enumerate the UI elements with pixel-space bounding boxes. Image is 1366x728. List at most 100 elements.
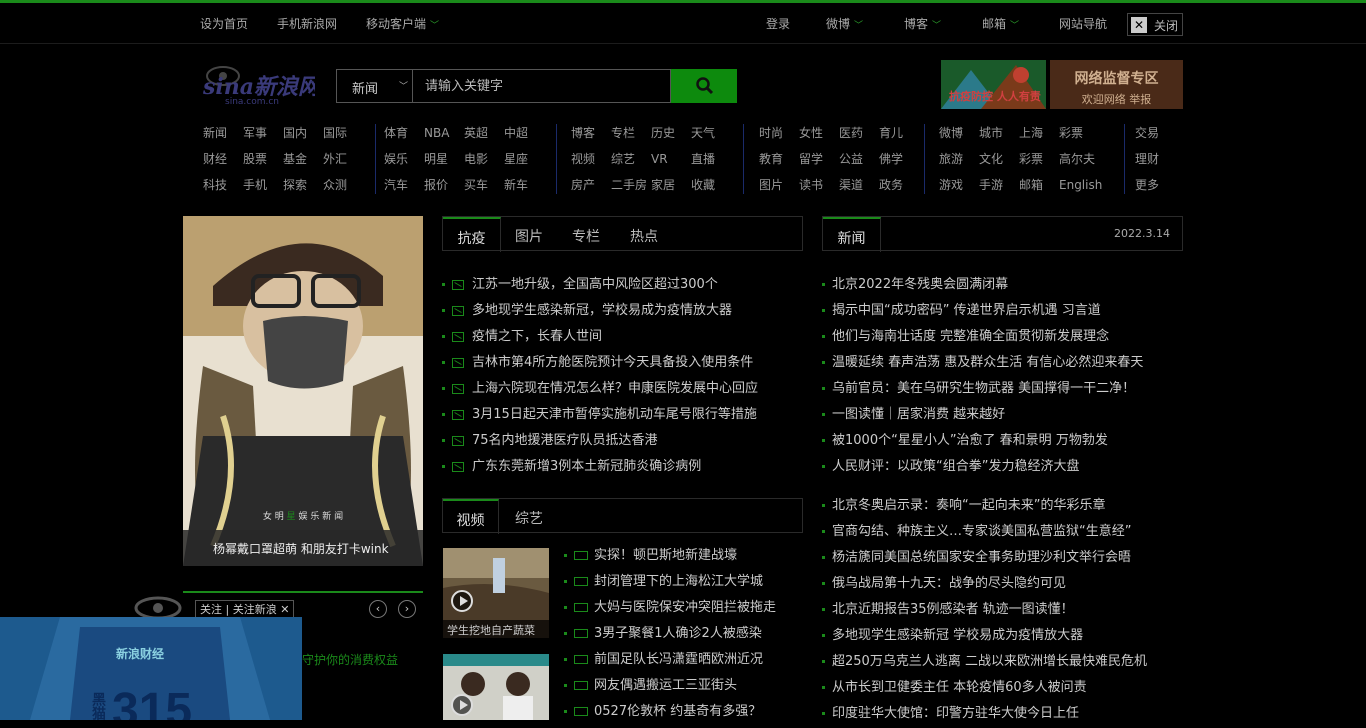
nav-link[interactable]: 财经 (203, 150, 243, 167)
carousel-dot[interactable]: 乐 (310, 512, 319, 522)
nav-link[interactable]: 文化 (979, 150, 1019, 167)
carousel-dots[interactable]: 女 明 星 娱 乐 新 闻 (183, 509, 423, 529)
mobile-client-menu[interactable]: 移动客户端 ﹀ (366, 15, 439, 32)
nav-link[interactable]: 教育 (759, 150, 799, 167)
promo-315-overlay[interactable]: 新浪财经 黑猫 315 (0, 617, 302, 720)
nav-link[interactable]: 直播 (691, 150, 731, 167)
prev-arrow-icon[interactable]: ‹ (369, 600, 387, 618)
tab-hot[interactable]: 热点 (615, 217, 673, 252)
news-item[interactable]: 北京冬奥启示录：奏响“一起向未来”的华彩乐章 (822, 494, 1183, 520)
nav-link[interactable]: 手机 (243, 176, 283, 193)
news-item[interactable]: 北京近期报告35例感染者 轨迹一图读懂！ (822, 598, 1183, 624)
nav-link[interactable]: 时尚 (759, 124, 799, 141)
news-item[interactable]: 上海六院现在情况怎么样？申康医院发展中心回应 (442, 377, 804, 403)
login-link[interactable]: 登录 (766, 15, 790, 32)
nav-link[interactable]: 国内 (283, 124, 323, 141)
nav-link[interactable]: 渠道 (839, 176, 879, 193)
news-item[interactable]: 吉林市第4所方舱医院预计今天具备投入使用条件 (442, 351, 804, 377)
close-button[interactable]: ✕ 关闭 (1127, 13, 1183, 36)
nav-link[interactable]: 军事 (243, 124, 283, 141)
search-button[interactable] (671, 69, 737, 103)
video-thumbnail[interactable]: 学生挖地自产蔬菜 (443, 548, 549, 638)
news-item[interactable]: 0527伦敦杯 约基奇有多强？ (564, 700, 804, 726)
news-item[interactable]: 人民财评：以政策“组合拳”发力稳经济大盘 (822, 455, 1183, 481)
nav-link[interactable]: 中超 (504, 124, 544, 141)
nav-link[interactable]: 博客 (571, 124, 611, 141)
nav-link[interactable]: NBA (424, 126, 464, 140)
news-item[interactable]: 北京2022年冬残奥会圆满闭幕 (822, 273, 1183, 299)
mobile-sina-link[interactable]: 手机新浪网 (277, 15, 337, 32)
nav-link[interactable]: 天气 (691, 124, 731, 141)
search-category-select[interactable]: 新闻 ﹀ (336, 69, 412, 103)
nav-link[interactable]: 更多 (1135, 176, 1175, 193)
nav-link[interactable]: 外汇 (323, 150, 363, 167)
news-item[interactable]: 广东东莞新增3例本土新冠肺炎确诊病例 (442, 455, 804, 481)
mail-menu[interactable]: 邮箱 ﹀ (982, 15, 1019, 32)
nav-link[interactable]: 股票 (243, 150, 283, 167)
nav-link[interactable]: 买车 (464, 176, 504, 193)
nav-link[interactable]: 政务 (879, 176, 919, 193)
nav-link[interactable]: 高尔夫 (1059, 150, 1099, 167)
nav-link[interactable]: 专栏 (611, 124, 651, 141)
news-item[interactable]: 从市长到卫健委主任 本轮疫情60多人被问责 (822, 676, 1183, 702)
news-item[interactable]: 他们与海南壮话度 完整准确全面贯彻新发展理念 (822, 325, 1183, 351)
carousel-dot[interactable]: 娱 (298, 512, 307, 522)
nav-link[interactable]: 星座 (504, 150, 544, 167)
news-item[interactable]: 多地现学生感染新冠，学校易成为疫情放大器 (442, 299, 804, 325)
nav-link[interactable]: 新闻 (203, 124, 243, 141)
nav-link[interactable]: 公益 (839, 150, 879, 167)
ad-banner-supervision[interactable]: 网络监督专区 欢迎网络 举报 (1050, 60, 1183, 109)
sina-logo[interactable]: sina新浪网 sina.com.cn (202, 62, 323, 107)
news-item[interactable]: 75名内地援港医疗队员抵达香港 (442, 429, 804, 455)
nav-link[interactable]: 游戏 (939, 176, 979, 193)
news-item[interactable]: 多地现学生感染新冠 学校易成为疫情放大器 (822, 624, 1183, 650)
photo-caption[interactable]: 杨幂戴口罩超萌 和朋友打卡wink (183, 530, 423, 566)
nav-link[interactable]: 交易 (1135, 124, 1175, 141)
nav-link[interactable]: 电影 (464, 150, 504, 167)
site-nav-link[interactable]: 网站导航 (1059, 15, 1107, 32)
nav-link[interactable]: 报价 (424, 176, 464, 193)
nav-link[interactable]: 理财 (1135, 150, 1175, 167)
nav-link[interactable]: 视频 (571, 150, 611, 167)
news-item[interactable]: 网友偶遇搬运工三亚街头 (564, 674, 804, 700)
news-item[interactable]: 封闭管理下的上海松江大学城 (564, 570, 804, 596)
tab-news[interactable]: 新闻 (823, 217, 881, 252)
nav-link[interactable]: 读书 (799, 176, 839, 193)
nav-link[interactable]: 上海 (1019, 124, 1059, 141)
nav-link[interactable]: 二手房 (611, 176, 651, 193)
search-input[interactable] (412, 69, 671, 103)
news-item[interactable]: 超250万乌克兰人逃离 二战以来欧洲增长最快难民危机 (822, 650, 1183, 676)
nav-link[interactable]: 城市 (979, 124, 1019, 141)
carousel-dot[interactable]: 女 (263, 512, 272, 522)
nav-link[interactable]: 女性 (799, 124, 839, 141)
news-item[interactable]: 印度驻华大使馆：印警方驻华大使今日上任 (822, 702, 1183, 728)
weibo-menu[interactable]: 微博 ﹀ (826, 15, 863, 32)
nav-link[interactable]: 图片 (759, 176, 799, 193)
tab-video[interactable]: 视频 (443, 499, 499, 534)
news-item[interactable]: 大妈与医院保安冲突阻拦被拖走 (564, 596, 804, 622)
news-item[interactable]: 杨洁篪同美国总统国家安全事务助理沙利文举行会晤 (822, 546, 1183, 572)
nav-link[interactable]: 众测 (323, 176, 363, 193)
video-thumbnail[interactable] (443, 654, 549, 720)
tab-epidemic[interactable]: 抗疫 (443, 217, 501, 252)
news-item[interactable]: 江苏一地升级，全国高中风险区超过300个 (442, 273, 804, 299)
news-item[interactable]: 官商勾结、种族主义…专家谈美国私营监狱“生意经” (822, 520, 1183, 546)
set-homepage-link[interactable]: 设为首页 (200, 15, 248, 32)
nav-link[interactable]: English (1059, 178, 1102, 192)
news-item[interactable]: 温暖延续 春声浩荡 惠及群众生活 有信心必然迎来春天 (822, 351, 1183, 377)
nav-link[interactable]: 佛学 (879, 150, 919, 167)
hot-widget-tip[interactable]: 守护你的消费权益 (302, 651, 398, 668)
tab-pictures[interactable]: 图片 (501, 217, 557, 252)
nav-link[interactable]: 国际 (323, 124, 363, 141)
featured-photo[interactable]: 女 明 星 娱 乐 新 闻 杨幂戴口罩超萌 和朋友打卡wink (183, 216, 423, 566)
nav-link[interactable]: 微博 (939, 124, 979, 141)
nav-link[interactable]: 综艺 (611, 150, 651, 167)
news-item[interactable]: 疫情之下，长春人世间 (442, 325, 804, 351)
nav-link[interactable]: 旅游 (939, 150, 979, 167)
nav-link[interactable]: 历史 (651, 124, 691, 141)
nav-link[interactable]: 明星 (424, 150, 464, 167)
nav-link[interactable]: 科技 (203, 176, 243, 193)
news-item[interactable]: 3男子聚餐1人确诊2人被感染 (564, 622, 804, 648)
carousel-dot[interactable]: 新 (322, 512, 331, 522)
nav-link[interactable]: 育儿 (879, 124, 919, 141)
